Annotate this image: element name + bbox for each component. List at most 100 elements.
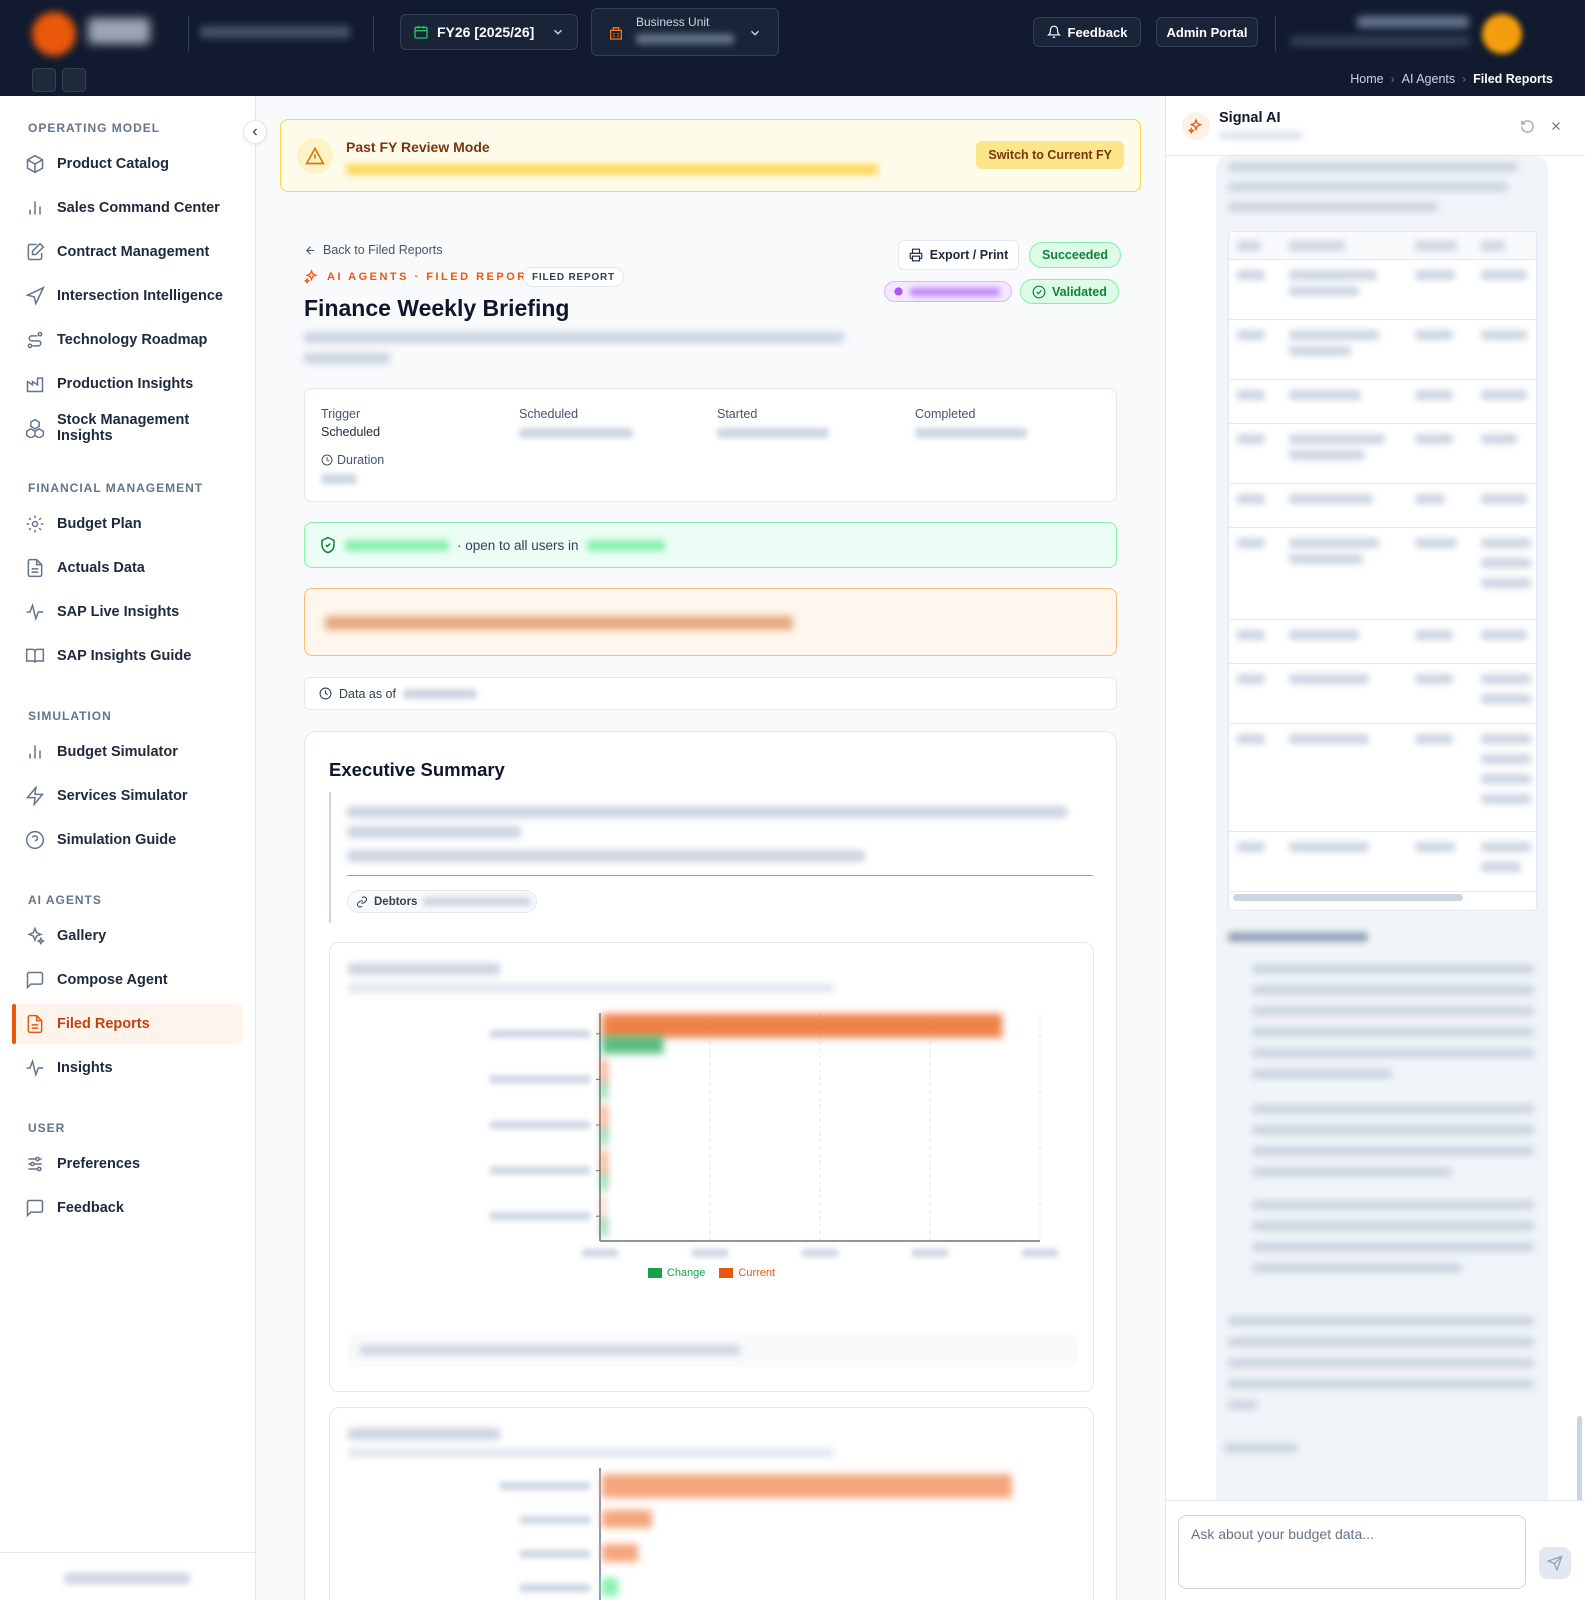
file-text-icon (27, 1014, 43, 1034)
fiscal-year-value: FY26 [2025/26] (437, 24, 535, 40)
switch-current-fy-button[interactable]: Switch to Current FY (976, 141, 1124, 169)
legend-item-current[interactable]: Current (719, 1267, 775, 1279)
refresh-icon[interactable] (1518, 117, 1536, 135)
back-to-filed-reports-link[interactable]: Back to Filed Reports (304, 243, 443, 257)
sidebar-item-sales-command-center[interactable]: Sales Command Center (12, 188, 243, 228)
chart-category-label (520, 1516, 590, 1524)
sidebar-item-contract-management[interactable]: Contract Management (12, 232, 243, 272)
route-icon (27, 331, 43, 349)
sidebar-item-product-catalog[interactable]: Product Catalog (12, 144, 243, 184)
bar-current[interactable] (602, 1059, 607, 1084)
printer-icon (909, 248, 923, 262)
breadcrumb-ai-agents[interactable]: AI Agents (1402, 72, 1456, 86)
quote-bar (329, 792, 331, 923)
sidebar-item-budget-plan[interactable]: Budget Plan (12, 504, 243, 544)
bar-change[interactable] (602, 1172, 607, 1191)
chat-input[interactable] (1178, 1515, 1526, 1589)
bar-change[interactable] (602, 1081, 607, 1100)
sidebar-item-sap-live-insights[interactable]: SAP Live Insights (12, 592, 243, 632)
bar-change[interactable] (602, 1035, 664, 1054)
report-kicker: AI AGENTS · FILED REPORT (304, 269, 537, 284)
chat-title: Signal AI (1219, 110, 1281, 126)
how-to-read-note (348, 1333, 1077, 1367)
chart-card: Change Current (329, 942, 1094, 1392)
gear-icon (26, 515, 44, 533)
sidebar-item-compose-agent[interactable]: Compose Agent (12, 960, 243, 1000)
admin-portal-button[interactable]: Admin Portal (1156, 17, 1258, 47)
toolbar-square-button[interactable] (32, 68, 56, 92)
breadcrumb-filed-reports: Filed Reports (1473, 72, 1553, 86)
sidebar-item-intersection-intelligence[interactable]: Intersection Intelligence (12, 276, 243, 316)
book-icon (25, 648, 45, 663)
horizontal-scrollbar[interactable] (1233, 894, 1463, 901)
avatar[interactable] (1482, 14, 1522, 54)
breadcrumb: Home › AI Agents › Filed Reports (1350, 72, 1553, 86)
sidebar-item-production-insights[interactable]: Production Insights (12, 364, 243, 404)
bar-change[interactable] (602, 1127, 607, 1145)
page-title: Finance Weekly Briefing (304, 295, 570, 321)
sidebar-collapse-button[interactable] (243, 120, 267, 144)
bar-current[interactable] (602, 1013, 1003, 1038)
chevron-down-icon (553, 29, 563, 35)
debtors-source-pill[interactable]: Debtors (347, 890, 537, 913)
chevron-down-icon (750, 30, 760, 36)
clock-icon (319, 687, 332, 700)
summary-text (347, 806, 1067, 818)
sidebar-item-technology-roadmap[interactable]: Technology Roadmap (12, 320, 243, 360)
legend-item-change[interactable]: Change (647, 1267, 705, 1279)
report-description (304, 353, 390, 364)
activity-icon (26, 1058, 44, 1078)
chart-category-label (500, 1482, 590, 1490)
brand-logo-icon[interactable] (32, 12, 76, 56)
business-unit-selector[interactable]: Business Unit (591, 8, 779, 56)
breadcrumb-home[interactable]: Home (1350, 72, 1383, 86)
sidebar-item-actuals-data[interactable]: Actuals Data (12, 548, 243, 588)
completed-label: Completed (915, 407, 976, 421)
sparkles-icon (1182, 112, 1210, 140)
duration-value (321, 474, 357, 484)
agent-badge (884, 281, 1012, 302)
sidebar-item-services-simulator[interactable]: Services Simulator (12, 776, 243, 816)
started-value (717, 428, 829, 438)
sidebar-item-stock-management-insights[interactable]: Stock Management Insights (12, 408, 243, 448)
sidebar-item-simulation-guide[interactable]: Simulation Guide (12, 820, 243, 860)
message-square-icon (26, 971, 44, 990)
sidebar-item-gallery[interactable]: Gallery (12, 916, 243, 956)
started-label: Started (717, 407, 758, 421)
bar-current[interactable] (602, 1196, 604, 1221)
y-category-label (490, 1212, 590, 1221)
activity-icon (26, 602, 44, 622)
fiscal-year-selector[interactable]: FY26 [2025/26] (400, 14, 578, 50)
sidebar-item-sap-insights-guide[interactable]: SAP Insights Guide (12, 636, 243, 676)
x-tick-label (692, 1249, 728, 1257)
trigger-value: Scheduled (321, 425, 381, 439)
sidebar-item-feedback[interactable]: Feedback (12, 1188, 243, 1228)
toolbar-square-button[interactable] (62, 68, 86, 92)
sidebar-item-budget-simulator[interactable]: Budget Simulator (12, 732, 243, 772)
link-icon (357, 896, 367, 907)
validated-badge: Validated (1020, 279, 1119, 304)
past-fy-banner: Past FY Review Mode Switch to Current FY (280, 119, 1141, 192)
sidebar-item-preferences[interactable]: Preferences (12, 1144, 243, 1184)
sidebar-item-insights[interactable]: Insights (12, 1048, 243, 1088)
bar-change[interactable] (602, 1218, 607, 1237)
report-description (304, 332, 844, 343)
business-unit-label: Business Unit (636, 15, 710, 29)
sidebar-item-filed-reports[interactable]: Filed Reports (12, 1004, 243, 1044)
close-icon[interactable] (1547, 117, 1565, 135)
building-icon (610, 27, 622, 40)
app-version (64, 1573, 190, 1584)
help-circle-icon (25, 830, 45, 850)
bar-current[interactable] (602, 1105, 607, 1129)
user-name (1357, 16, 1469, 28)
chat-data-table[interactable] (1228, 231, 1537, 911)
y-category-label (490, 1075, 590, 1084)
file-text-icon (27, 558, 43, 578)
y-category-label (490, 1166, 590, 1175)
feedback-button[interactable]: Feedback (1033, 17, 1141, 47)
export-print-button[interactable]: Export / Print (898, 240, 1019, 270)
send-button[interactable] (1539, 1547, 1571, 1579)
sidebar-section-title: USER (28, 1121, 66, 1135)
bar-current[interactable] (602, 1150, 607, 1175)
bar-chart-icon (29, 745, 41, 759)
